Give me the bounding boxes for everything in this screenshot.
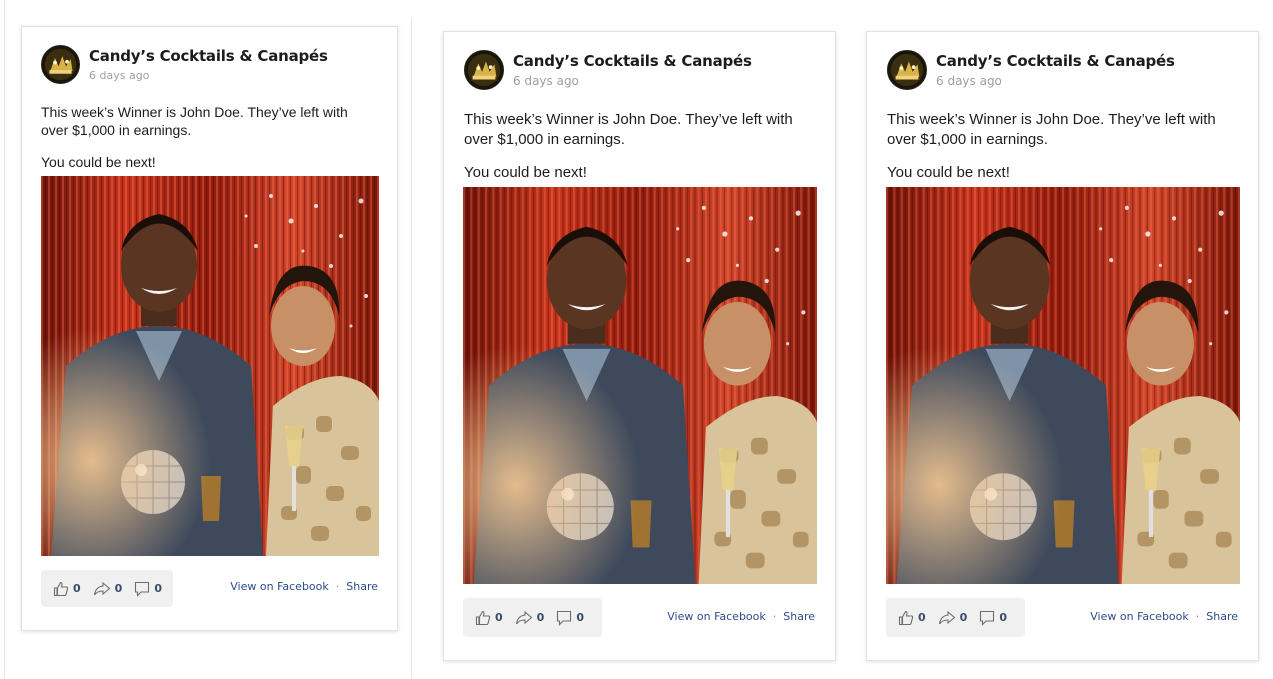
facebook-post-card: Candy’s Cocktails & Canapés 6 days ago T… bbox=[866, 31, 1259, 661]
post-timestamp: 6 days ago bbox=[513, 74, 579, 88]
avatar-logo-image bbox=[888, 51, 926, 89]
thumbs-up-icon bbox=[53, 581, 69, 596]
separator: · bbox=[772, 610, 777, 623]
avatar-logo-image bbox=[42, 46, 79, 83]
separator: · bbox=[335, 580, 340, 593]
post-body: This week’s Winner is John Doe. They’ve … bbox=[887, 110, 1232, 183]
avatar[interactable] bbox=[41, 45, 80, 84]
post-text-paragraph: This week’s Winner is John Doe. They’ve … bbox=[464, 111, 793, 148]
share-link[interactable]: Share bbox=[1206, 610, 1238, 623]
facebook-post-card: Candy’s Cocktails & Canapés 6 days ago T… bbox=[443, 31, 836, 661]
post-text-paragraph: This week’s Winner is John Doe. They’ve … bbox=[887, 111, 1216, 148]
post-text-paragraph: You could be next! bbox=[887, 164, 1010, 181]
share-arrow-icon bbox=[938, 610, 956, 624]
comment-bubble-icon bbox=[980, 610, 995, 626]
comment-count[interactable]: 0 bbox=[556, 610, 584, 626]
view-on-facebook-link[interactable]: View on Facebook bbox=[230, 580, 328, 593]
divider bbox=[411, 18, 412, 679]
post-footer-links: View on Facebook · Share bbox=[667, 610, 815, 623]
reactions-bar: 0 0 0 bbox=[463, 598, 602, 637]
like-count[interactable]: 0 bbox=[475, 610, 503, 626]
post-header: Candy’s Cocktails & Canapés 6 days ago bbox=[464, 50, 752, 90]
like-count[interactable]: 0 bbox=[53, 581, 81, 597]
party-photo bbox=[463, 187, 817, 584]
post-text-paragraph: You could be next! bbox=[464, 164, 587, 181]
author-name[interactable]: Candy’s Cocktails & Canapés bbox=[89, 47, 328, 65]
avatar[interactable] bbox=[887, 50, 927, 90]
comment-count[interactable]: 0 bbox=[134, 581, 162, 597]
post-footer-links: View on Facebook · Share bbox=[1090, 610, 1238, 623]
post-text-paragraph: You could be next! bbox=[41, 154, 156, 171]
share-count[interactable]: 0 bbox=[93, 581, 122, 597]
post-image[interactable] bbox=[41, 176, 379, 556]
comment-bubble-icon bbox=[557, 610, 572, 626]
post-header: Candy’s Cocktails & Canapés 6 days ago bbox=[887, 50, 1175, 90]
comment-count[interactable]: 0 bbox=[979, 610, 1007, 626]
thumbs-up-icon bbox=[898, 610, 914, 625]
like-count[interactable]: 0 bbox=[898, 610, 926, 626]
share-link[interactable]: Share bbox=[783, 610, 815, 623]
facebook-feed-page: Candy’s Cocktails & Canapés 6 days ago T… bbox=[0, 0, 1273, 679]
reactions-bar: 0 0 0 bbox=[886, 598, 1025, 637]
share-count[interactable]: 0 bbox=[515, 610, 544, 626]
post-body: This week’s Winner is John Doe. They’ve … bbox=[41, 103, 376, 172]
reactions-bar: 0 0 0 bbox=[41, 570, 173, 607]
post-body: This week’s Winner is John Doe. They’ve … bbox=[464, 110, 809, 183]
thumbs-up-icon bbox=[475, 610, 491, 625]
post-footer-links: View on Facebook · Share bbox=[230, 580, 378, 593]
share-arrow-icon bbox=[93, 581, 111, 595]
share-link[interactable]: Share bbox=[346, 580, 378, 593]
divider bbox=[4, 0, 5, 679]
view-on-facebook-link[interactable]: View on Facebook bbox=[667, 610, 765, 623]
author-name[interactable]: Candy’s Cocktails & Canapés bbox=[936, 52, 1175, 70]
view-on-facebook-link[interactable]: View on Facebook bbox=[1090, 610, 1188, 623]
party-photo bbox=[41, 176, 379, 556]
party-photo bbox=[886, 187, 1240, 584]
post-timestamp: 6 days ago bbox=[89, 69, 150, 82]
post-text-paragraph: This week’s Winner is John Doe. They’ve … bbox=[41, 104, 348, 139]
author-name[interactable]: Candy’s Cocktails & Canapés bbox=[513, 52, 752, 70]
post-timestamp: 6 days ago bbox=[936, 74, 1002, 88]
facebook-post-card: Candy’s Cocktails & Canapés 6 days ago T… bbox=[21, 26, 398, 631]
share-arrow-icon bbox=[515, 610, 533, 624]
post-image[interactable] bbox=[463, 187, 817, 584]
post-header: Candy’s Cocktails & Canapés 6 days ago bbox=[41, 45, 328, 84]
avatar[interactable] bbox=[464, 50, 504, 90]
post-image[interactable] bbox=[886, 187, 1240, 584]
comment-bubble-icon bbox=[135, 581, 150, 597]
separator: · bbox=[1195, 610, 1200, 623]
avatar-logo-image bbox=[465, 51, 503, 89]
share-count[interactable]: 0 bbox=[938, 610, 967, 626]
